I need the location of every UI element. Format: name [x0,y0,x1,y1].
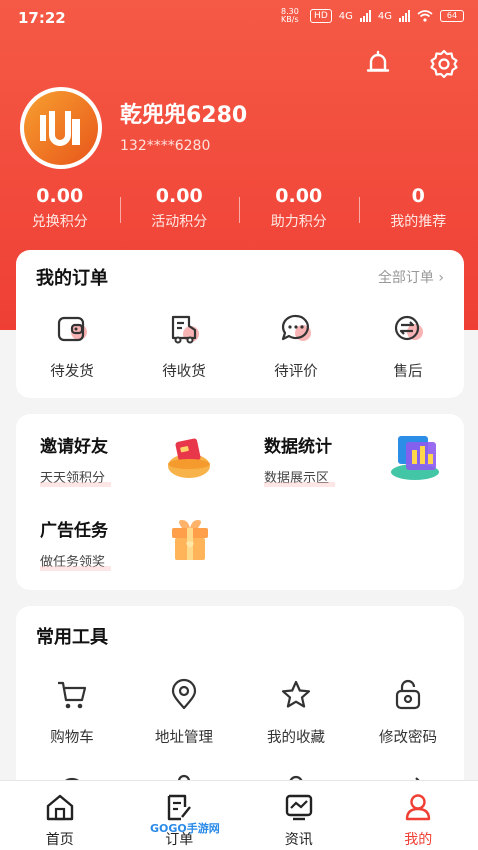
network-4g-2: 4G [377,10,392,22]
stat-label: 我的推荐 [390,214,447,230]
stat-boost-points[interactable]: 0.00 助力积分 [239,185,359,235]
status-time: 17:22 [18,9,66,27]
gift-box-icon [172,520,208,560]
order-pending-review[interactable]: 待评价 [240,312,352,381]
comment-icon [281,314,311,341]
tab-label: 首页 [45,832,74,848]
orders-title: 我的订单 [36,268,108,289]
feature-data-stats[interactable]: 数据统计 数据展示区 [264,432,336,487]
order-label: 售后 [393,364,423,380]
cart-icon [58,681,87,709]
feature-subtitle: 做任务领奖 [40,551,112,571]
order-label: 待评价 [274,364,318,380]
all-orders-link[interactable]: 全部订单 › [378,267,444,287]
order-icon [168,794,192,821]
tool-label: 修改密码 [379,730,437,746]
user-phone: 132****6280 [120,138,211,154]
order-pending-receipt[interactable]: 待收货 [128,312,240,381]
order-after-sales[interactable]: 售后 [352,312,464,381]
order-label: 待发货 [50,364,94,380]
tab-home[interactable]: 首页 [0,781,120,850]
stat-exchange-points[interactable]: 0.00 兑换积分 [0,185,120,235]
home-icon [46,794,73,821]
red-envelope-icon [168,438,210,478]
news-icon [285,794,312,821]
feature-title: 数据统计 [264,437,332,457]
points-stats: 0.00 兑换积分 0.00 活动积分 0.00 助力积分 0 我的推荐 [0,185,478,235]
battery-icon: 64 [440,10,464,22]
tool-address-manage[interactable]: 地址管理 [128,678,240,747]
feature-invite-friends[interactable]: 邀请好友 天天领积分 [40,432,112,487]
orders-card: 我的订单 全部订单 › 待发货 待收货 待评价 售后 [16,250,464,398]
net-speed: 8.30 KB/s [281,7,299,24]
stat-value: 0.00 [36,185,84,207]
wifi-icon [417,10,433,22]
tool-label: 购物车 [50,730,94,746]
order-label: 待收货 [162,364,206,380]
avatar[interactable] [20,87,102,169]
stat-activity-points[interactable]: 0.00 活动积分 [119,185,240,235]
tool-label: 我的收藏 [267,730,325,746]
stat-label: 活动积分 [151,214,208,230]
tab-label: 我的 [404,832,433,848]
star-icon [281,680,311,708]
user-nickname: 乾兜兜6280 [120,103,248,128]
feature-title: 广告任务 [40,521,108,541]
signal-icon [359,10,371,22]
stat-label: 助力积分 [270,214,327,230]
chevron-right-icon: › [438,270,444,286]
tool-my-favorites[interactable]: 我的收藏 [240,678,352,747]
gear-icon[interactable] [428,48,460,80]
tool-label: 地址管理 [155,730,213,746]
tools-title: 常用工具 [36,627,108,648]
network-4g-1: 4G [338,10,353,22]
feature-subtitle: 数据展示区 [264,467,336,487]
stat-value: 0 [411,185,425,207]
tab-orders[interactable]: 订单 [120,781,240,850]
stat-my-referrals[interactable]: 0 我的推荐 [358,185,478,235]
wallet-icon [57,316,87,342]
bottom-tab-bar: 首页 订单 资讯 我的 [0,780,478,850]
features-card: 邀请好友 天天领积分 数据统计 数据展示区 广告任务 做任务领奖 [16,414,464,590]
stat-value: 0.00 [275,185,323,207]
location-icon [171,678,197,710]
tab-mine[interactable]: 我的 [359,781,478,850]
feature-subtitle: 天天领积分 [40,467,112,487]
feature-ad-tasks[interactable]: 广告任务 做任务领奖 [40,516,112,571]
user-icon [406,794,431,821]
data-screen-icon [391,436,439,480]
stat-label: 兑换积分 [31,214,88,230]
tools-card: 常用工具 购物车 地址管理 我的收藏 修改密码 [16,606,464,806]
all-orders-label: 全部订单 [377,270,434,286]
site-watermark: GOGO手游网 [150,822,220,835]
tool-shopping-cart[interactable]: 购物车 [16,678,128,747]
refund-icon [394,315,423,341]
stat-value: 0.00 [155,185,203,207]
tool-change-password[interactable]: 修改密码 [352,678,464,747]
tab-news[interactable]: 资讯 [239,781,359,850]
bell-icon[interactable] [362,48,394,80]
hd-badge: HD [310,9,332,23]
status-bar: 17:22 8.30 KB/s HD 4G 4G 64 [0,0,478,36]
order-pending-shipment[interactable]: 待发货 [16,312,128,381]
feature-title: 邀请好友 [40,437,108,457]
lock-icon [395,679,421,710]
delivery-icon [171,315,199,344]
signal-icon-2 [399,10,410,22]
tab-label: 资讯 [284,832,313,848]
avatar-logo-icon [24,91,98,165]
